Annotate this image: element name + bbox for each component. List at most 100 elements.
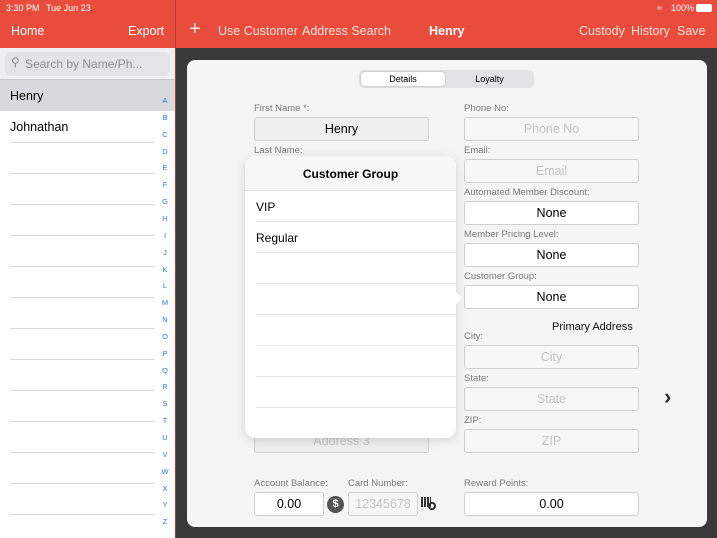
tab-loyalty[interactable]: Loyalty bbox=[447, 72, 532, 86]
list-item[interactable]: Henry bbox=[0, 80, 175, 111]
index-letter[interactable]: B bbox=[158, 113, 172, 122]
list-item[interactable]: Johnathan bbox=[0, 111, 160, 142]
amd-field[interactable]: None bbox=[464, 201, 639, 225]
reward-points-field[interactable]: 0.00 bbox=[464, 492, 639, 516]
chevron-right-icon[interactable]: › bbox=[664, 384, 671, 410]
export-button[interactable]: Export bbox=[128, 24, 164, 38]
barcode-search-icon[interactable] bbox=[421, 497, 439, 513]
list-separator bbox=[10, 359, 155, 360]
index-letter[interactable]: P bbox=[158, 349, 172, 358]
card-number-label: Card Number: bbox=[348, 478, 408, 489]
index-letter[interactable]: Q bbox=[158, 366, 172, 375]
address-search-button[interactable]: Address Search bbox=[302, 24, 391, 38]
popover-arrow bbox=[453, 289, 462, 307]
customer-name: Johnathan bbox=[10, 120, 69, 134]
status-date: Tue Jun 23 bbox=[46, 3, 91, 13]
tab-details[interactable]: Details bbox=[361, 72, 445, 86]
add-icon[interactable]: + bbox=[189, 18, 201, 41]
index-letter[interactable]: H bbox=[158, 214, 172, 223]
status-time: 3:30 PM bbox=[6, 3, 40, 13]
index-letter[interactable]: G bbox=[158, 197, 172, 206]
dollar-icon[interactable]: $ bbox=[327, 496, 344, 513]
index-letter[interactable]: U bbox=[158, 433, 172, 442]
empty-option bbox=[256, 315, 456, 346]
list-separator bbox=[10, 421, 155, 422]
empty-option bbox=[256, 346, 456, 377]
list-separator bbox=[10, 235, 155, 236]
list-separator bbox=[10, 452, 155, 453]
index-letter[interactable]: S bbox=[158, 399, 172, 408]
index-letter[interactable]: T bbox=[158, 416, 172, 425]
balance-field[interactable]: 0.00 bbox=[254, 492, 324, 516]
city-label: City: bbox=[464, 331, 483, 342]
zip-field[interactable]: ZIP bbox=[464, 429, 639, 453]
list-separator bbox=[10, 204, 155, 205]
index-letter[interactable]: W bbox=[158, 467, 172, 476]
search-icon: ⚲ bbox=[11, 55, 20, 69]
first-name-field[interactable]: Henry bbox=[254, 117, 429, 141]
state-field[interactable]: State bbox=[464, 387, 639, 411]
city-field[interactable]: City bbox=[464, 345, 639, 369]
popover-title: Customer Group bbox=[245, 156, 456, 191]
index-letter[interactable]: F bbox=[158, 180, 172, 189]
phone-field[interactable]: Phone No bbox=[464, 117, 639, 141]
index-letter[interactable]: K bbox=[158, 265, 172, 274]
home-button[interactable]: Home bbox=[11, 24, 44, 38]
index-letter[interactable]: L bbox=[158, 281, 172, 290]
card-number-field[interactable]: 12345678 bbox=[348, 492, 418, 516]
customer-name: Henry bbox=[10, 89, 44, 103]
search-input[interactable]: ⚲ Search by Name/Ph... bbox=[5, 52, 170, 76]
zip-label: ZIP: bbox=[464, 415, 482, 426]
save-button[interactable]: Save bbox=[677, 24, 706, 38]
index-letter[interactable]: C bbox=[158, 130, 172, 139]
option-vip[interactable]: VIP bbox=[256, 191, 456, 222]
page-title: Henry bbox=[429, 24, 465, 38]
option-regular[interactable]: Regular bbox=[256, 222, 456, 253]
index-letter[interactable]: J bbox=[158, 248, 172, 257]
phone-label: Phone No: bbox=[464, 103, 509, 114]
first-name-label: First Name *: bbox=[254, 103, 310, 114]
history-button[interactable]: History bbox=[631, 24, 670, 38]
amd-label: Automated Member Discount: bbox=[464, 187, 590, 198]
mpl-label: Member Pricing Level: bbox=[464, 229, 559, 240]
battery-icon bbox=[696, 4, 712, 12]
mpl-field[interactable]: None bbox=[464, 243, 639, 267]
index-letter[interactable]: Z bbox=[158, 517, 172, 526]
list-separator bbox=[10, 483, 155, 484]
index-letter[interactable]: M bbox=[158, 298, 172, 307]
list-separator bbox=[10, 514, 155, 515]
index-letter[interactable]: I bbox=[158, 231, 172, 240]
index-letter[interactable]: D bbox=[158, 147, 172, 156]
index-letter[interactable]: V bbox=[158, 450, 172, 459]
index-letter[interactable]: N bbox=[158, 315, 172, 324]
index-letter[interactable]: Y bbox=[158, 500, 172, 509]
empty-option bbox=[256, 253, 456, 284]
reward-points-label: Reward Points: bbox=[464, 478, 529, 489]
list-separator bbox=[10, 297, 155, 298]
use-customer-button[interactable]: Use Customer bbox=[218, 24, 298, 38]
state-label: State: bbox=[464, 373, 489, 384]
index-letter[interactable]: R bbox=[158, 382, 172, 391]
index-letter[interactable]: O bbox=[158, 332, 172, 341]
wifi-icon: ≈ bbox=[657, 3, 662, 13]
battery-level: 100% bbox=[671, 3, 695, 13]
index-letter[interactable]: E bbox=[158, 163, 172, 172]
list-separator bbox=[10, 390, 155, 391]
list-separator bbox=[10, 142, 155, 143]
empty-option bbox=[256, 377, 456, 408]
primary-address-heading: Primary Address bbox=[552, 321, 633, 333]
empty-option bbox=[256, 284, 456, 315]
customer-group-label: Customer Group: bbox=[464, 271, 537, 282]
right-header: ≈ 100% + Use Customer Address Search Hen… bbox=[176, 0, 717, 48]
list-separator bbox=[10, 173, 155, 174]
customer-group-field[interactable]: None bbox=[464, 285, 639, 309]
custody-button[interactable]: Custody bbox=[579, 24, 625, 38]
email-field[interactable]: Email bbox=[464, 159, 639, 183]
email-label: Email: bbox=[464, 145, 491, 156]
index-letter[interactable]: X bbox=[158, 484, 172, 493]
balance-label: Account Balance: bbox=[254, 478, 328, 489]
divider bbox=[175, 0, 176, 538]
left-header: 3:30 PM Tue Jun 23 Home Export bbox=[0, 0, 175, 48]
list-separator bbox=[10, 328, 155, 329]
index-letter[interactable]: A bbox=[158, 96, 172, 105]
